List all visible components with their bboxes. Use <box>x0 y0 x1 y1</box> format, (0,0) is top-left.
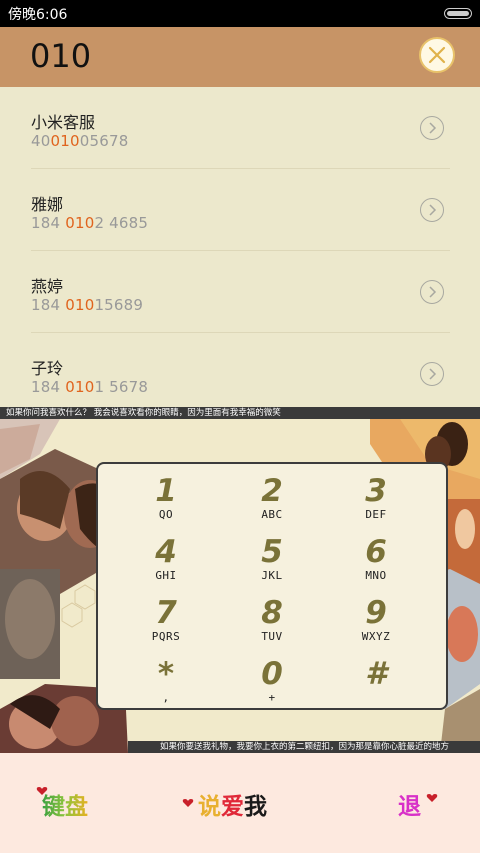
bottom-action-bar: 键盘 说爱我 退 <box>0 753 480 853</box>
contact-number: 184 01015689 <box>31 296 144 314</box>
chevron-right-icon <box>429 204 437 216</box>
key-5[interactable]: 5 JKL <box>224 535 320 595</box>
list-item[interactable]: 小米客服 4001005678 <box>0 87 480 169</box>
contact-detail-button[interactable] <box>420 280 444 304</box>
chevron-right-icon <box>429 286 437 298</box>
back-label: 退 <box>398 794 421 820</box>
contact-number: 184 0101 5678 <box>31 378 149 396</box>
contact-number: 4001005678 <box>31 132 129 150</box>
key-2[interactable]: 2 ABC <box>224 474 320 534</box>
contact-results-list: 小米客服 4001005678 雅娜 184 0102 4685 燕婷 184 … <box>0 87 480 407</box>
key-6[interactable]: 6 MNO <box>328 535 424 595</box>
contact-detail-button[interactable] <box>420 116 444 140</box>
dial-keypad: 1 QO 2 ABC 3 DEF 4 GHI 5 JKL 6 MNO 7 PQRS 8 TUV … <box>96 462 448 710</box>
voice-label-1: 说 <box>198 794 221 820</box>
chevron-right-icon <box>429 368 437 380</box>
key-7[interactable]: 7 PQRS <box>118 596 214 656</box>
contact-name: 小米客服 <box>31 113 96 132</box>
heart-icon <box>426 794 438 802</box>
contact-number: 184 0102 4685 <box>31 214 149 232</box>
battery-icon <box>444 8 472 19</box>
voice-label-2: 爱 <box>221 794 244 820</box>
clear-button[interactable] <box>419 37 455 73</box>
contact-detail-button[interactable] <box>420 362 444 386</box>
key-4[interactable]: 4 GHI <box>118 535 214 595</box>
list-item[interactable]: 雅娜 184 0102 4685 <box>0 169 480 251</box>
dial-query-display[interactable]: 010 <box>30 37 91 75</box>
key-0[interactable]: 0 + <box>224 657 320 717</box>
key-9[interactable]: 9 WXYZ <box>328 596 424 656</box>
key-8[interactable]: 8 TUV <box>224 596 320 656</box>
key-star[interactable]: *, <box>118 657 214 717</box>
keyboard-button[interactable]: 键盘 <box>42 787 88 821</box>
contact-name: 燕婷 <box>31 277 64 296</box>
voice-label-3: 我 <box>244 794 267 820</box>
search-header: 010 <box>0 27 480 87</box>
list-item[interactable]: 子玲 184 0101 5678 <box>0 333 480 415</box>
heart-icon <box>182 799 194 807</box>
list-item[interactable]: 燕婷 184 01015689 <box>0 251 480 333</box>
status-time: 傍晚6:06 <box>8 7 68 23</box>
marquee-text-top: 如果你问我喜欢什么？ 我会说喜欢看你的眼睛，因为里面有我幸福的微笑 <box>0 407 480 419</box>
contact-detail-button[interactable] <box>420 198 444 222</box>
marquee-text-bottom: 如果你要送我礼物，我要你上衣的第二颗纽扣，因为那是靠你心脏最近的地方 <box>128 741 480 753</box>
voice-button[interactable]: 说爱我 <box>198 787 267 821</box>
status-bar: 傍晚6:06 <box>0 0 480 27</box>
key-3[interactable]: 3 DEF <box>328 474 424 534</box>
back-button[interactable]: 退 <box>398 787 421 821</box>
key-1[interactable]: 1 QO <box>118 474 214 534</box>
contact-name: 子玲 <box>31 359 64 378</box>
chevron-right-icon <box>429 122 437 134</box>
contact-name: 雅娜 <box>31 195 64 214</box>
key-hash[interactable]: # <box>328 657 424 717</box>
keyboard-label: 键盘 <box>42 794 88 820</box>
close-icon <box>428 46 446 64</box>
